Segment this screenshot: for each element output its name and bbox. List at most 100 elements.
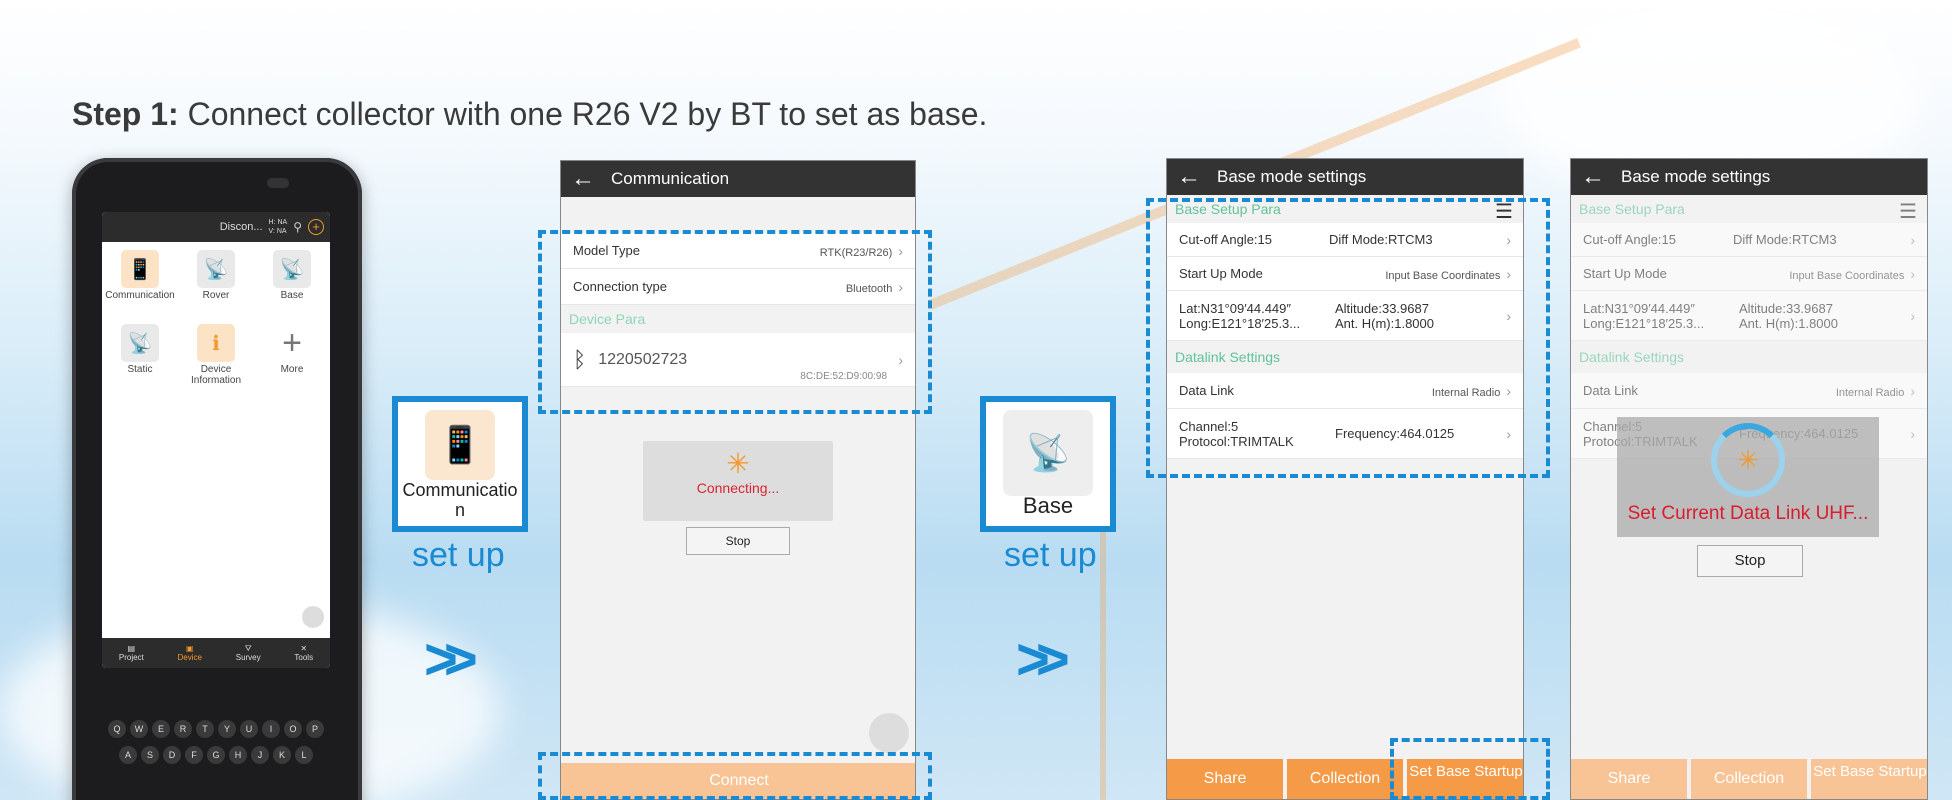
app-rover[interactable]: 📡 Rover	[178, 248, 254, 322]
stop-button[interactable]: Stop	[1697, 545, 1803, 577]
keyboard-key[interactable]: S	[141, 746, 159, 764]
highlight-box	[538, 752, 932, 800]
app-grid: 📱 Communication 📡 Rover 📡 Base 📡 Static ℹ Dev…	[102, 242, 330, 402]
startup-mode-row[interactable]: Start Up Mode Input Base Coordinates ›	[1571, 257, 1927, 291]
base-icon: 📡	[1003, 410, 1093, 496]
communication-tile: 📱 Communicatio n	[392, 396, 528, 532]
keyboard-key[interactable]: I	[262, 720, 280, 738]
nav-tools[interactable]: ✕ Tools	[294, 644, 313, 662]
base-mode-settings-screen-progress: ← Base mode settings Base Setup Para ☰ C…	[1570, 158, 1928, 800]
keyboard-key[interactable]: H	[229, 746, 247, 764]
back-arrow-icon[interactable]: ←	[571, 167, 595, 191]
highlight-box	[1390, 738, 1550, 800]
rover-icon: 📡	[197, 250, 235, 288]
hv-readout: H: NA V: NA	[268, 219, 288, 235]
spinner-icon: ✳	[726, 448, 750, 479]
keyboard-key[interactable]: U	[240, 720, 258, 738]
tools-icon: ✕	[300, 644, 308, 653]
connection-status: Discon...	[219, 221, 263, 233]
satellite-icon: ⚲	[293, 220, 302, 234]
nav-device[interactable]: ▣ Device	[178, 644, 202, 662]
keyboard-key[interactable]: D	[163, 746, 181, 764]
device-status-bar: Discon... H: NA V: NA ⚲ +	[102, 212, 330, 242]
app-more[interactable]: + More	[254, 322, 330, 396]
highlight-box	[538, 230, 932, 414]
coordinates-row[interactable]: Lat:N31°09′44.449″ Long:E121°18′25.3... A…	[1571, 291, 1927, 341]
static-icon: 📡	[121, 324, 159, 362]
section-header: Base Setup Para	[1579, 201, 1685, 217]
keyboard-key[interactable]: F	[185, 746, 203, 764]
progress-toast: ✳ Set Current Data Link UHF...	[1617, 417, 1879, 537]
device-keyboard: QWERTYUIOP ASDFGHJKL	[102, 720, 330, 772]
step-text: Connect collector with one R26 V2 by BT …	[187, 96, 988, 132]
add-icon[interactable]: +	[308, 219, 324, 235]
floating-button[interactable]	[869, 713, 909, 753]
communication-icon: 📱	[425, 410, 495, 480]
keyboard-key[interactable]: G	[207, 746, 225, 764]
collection-button[interactable]: Collection	[1691, 759, 1807, 799]
share-button[interactable]: Share	[1167, 759, 1283, 799]
toast-text: Set Current Data Link UHF...	[1627, 503, 1869, 524]
title-bar: ← Communication	[561, 161, 915, 197]
screen-title: Base mode settings	[1621, 167, 1771, 186]
base-icon: 📡	[273, 250, 311, 288]
title-bar: ← Base mode settings	[1571, 159, 1927, 195]
share-button[interactable]: Share	[1571, 759, 1687, 799]
screen-title: Base mode settings	[1217, 167, 1367, 186]
cutoff-row[interactable]: Cut-off Angle:15 Diff Mode:RTCM3 ›	[1571, 223, 1927, 257]
connecting-text: Connecting...	[696, 480, 780, 496]
base-tile: 📡 Base	[980, 396, 1116, 532]
keyboard-key[interactable]: Y	[218, 720, 236, 738]
keyboard-key[interactable]: K	[273, 746, 291, 764]
list-icon[interactable]: ☰	[1899, 199, 1917, 224]
datalink-row[interactable]: Data Link Internal Radio ›	[1571, 373, 1927, 409]
collection-button[interactable]: Collection	[1287, 759, 1403, 799]
keyboard-key[interactable]: P	[306, 720, 324, 738]
keyboard-key[interactable]: O	[284, 720, 302, 738]
step-number: Step 1:	[72, 96, 179, 132]
back-arrow-icon[interactable]: ←	[1581, 165, 1605, 189]
next-arrow-icon: >>	[424, 627, 478, 692]
keyboard-key[interactable]: J	[251, 746, 269, 764]
keyboard-key[interactable]: L	[295, 746, 313, 764]
plus-icon: +	[282, 323, 302, 362]
section-header: Datalink Settings	[1579, 349, 1685, 365]
set-base-startup-button[interactable]: Set Base Startup	[1811, 759, 1927, 799]
setup-caption: set up	[1004, 536, 1097, 574]
device-info-icon: ℹ	[197, 324, 235, 362]
keyboard-key[interactable]: Q	[108, 720, 126, 738]
device-speaker	[267, 178, 289, 188]
title-bar: ← Base mode settings	[1167, 159, 1523, 195]
nav-project[interactable]: ▤ Project	[119, 644, 144, 662]
keyboard-key[interactable]: E	[152, 720, 170, 738]
keyboard-key[interactable]: T	[196, 720, 214, 738]
progress-ring-icon: ✳	[1711, 423, 1785, 497]
floating-button[interactable]	[302, 606, 324, 628]
setup-caption: set up	[412, 536, 505, 574]
back-arrow-icon[interactable]: ←	[1177, 165, 1201, 189]
chevron-right-icon: ›	[1910, 231, 1915, 248]
step-heading: Step 1: Connect collector with one R26 V…	[72, 96, 987, 133]
keyboard-key[interactable]: R	[174, 720, 192, 738]
device-icon: ▣	[185, 644, 194, 653]
chevron-right-icon: ›	[1910, 425, 1915, 442]
keyboard-key[interactable]: W	[130, 720, 148, 738]
tile-label: Communicatio n	[402, 480, 518, 520]
nav-survey[interactable]: ⛛ Survey	[236, 644, 261, 662]
app-communication[interactable]: 📱 Communication	[102, 248, 178, 322]
chevron-right-icon: ›	[1910, 307, 1915, 324]
project-icon: ▤	[127, 644, 136, 653]
connecting-dialog: ✳ Connecting...	[643, 441, 833, 521]
keyboard-row: ASDFGHJKL	[102, 746, 330, 764]
device-screen: Discon... H: NA V: NA ⚲ + 📱 Communication …	[102, 212, 330, 668]
chevron-right-icon: ›	[1910, 265, 1915, 282]
highlight-box	[1146, 198, 1550, 478]
screen-title: Communication	[611, 169, 730, 188]
device-bottom-nav: ▤ Project ▣ Device ⛛ Survey ✕ Tools	[102, 638, 330, 668]
keyboard-key[interactable]: A	[119, 746, 137, 764]
app-base[interactable]: 📡 Base	[254, 248, 330, 322]
stop-button[interactable]: Stop	[686, 527, 790, 555]
app-static[interactable]: 📡 Static	[102, 322, 178, 396]
communication-icon: 📱	[121, 250, 159, 288]
app-device-information[interactable]: ℹ Device Information	[178, 322, 254, 396]
